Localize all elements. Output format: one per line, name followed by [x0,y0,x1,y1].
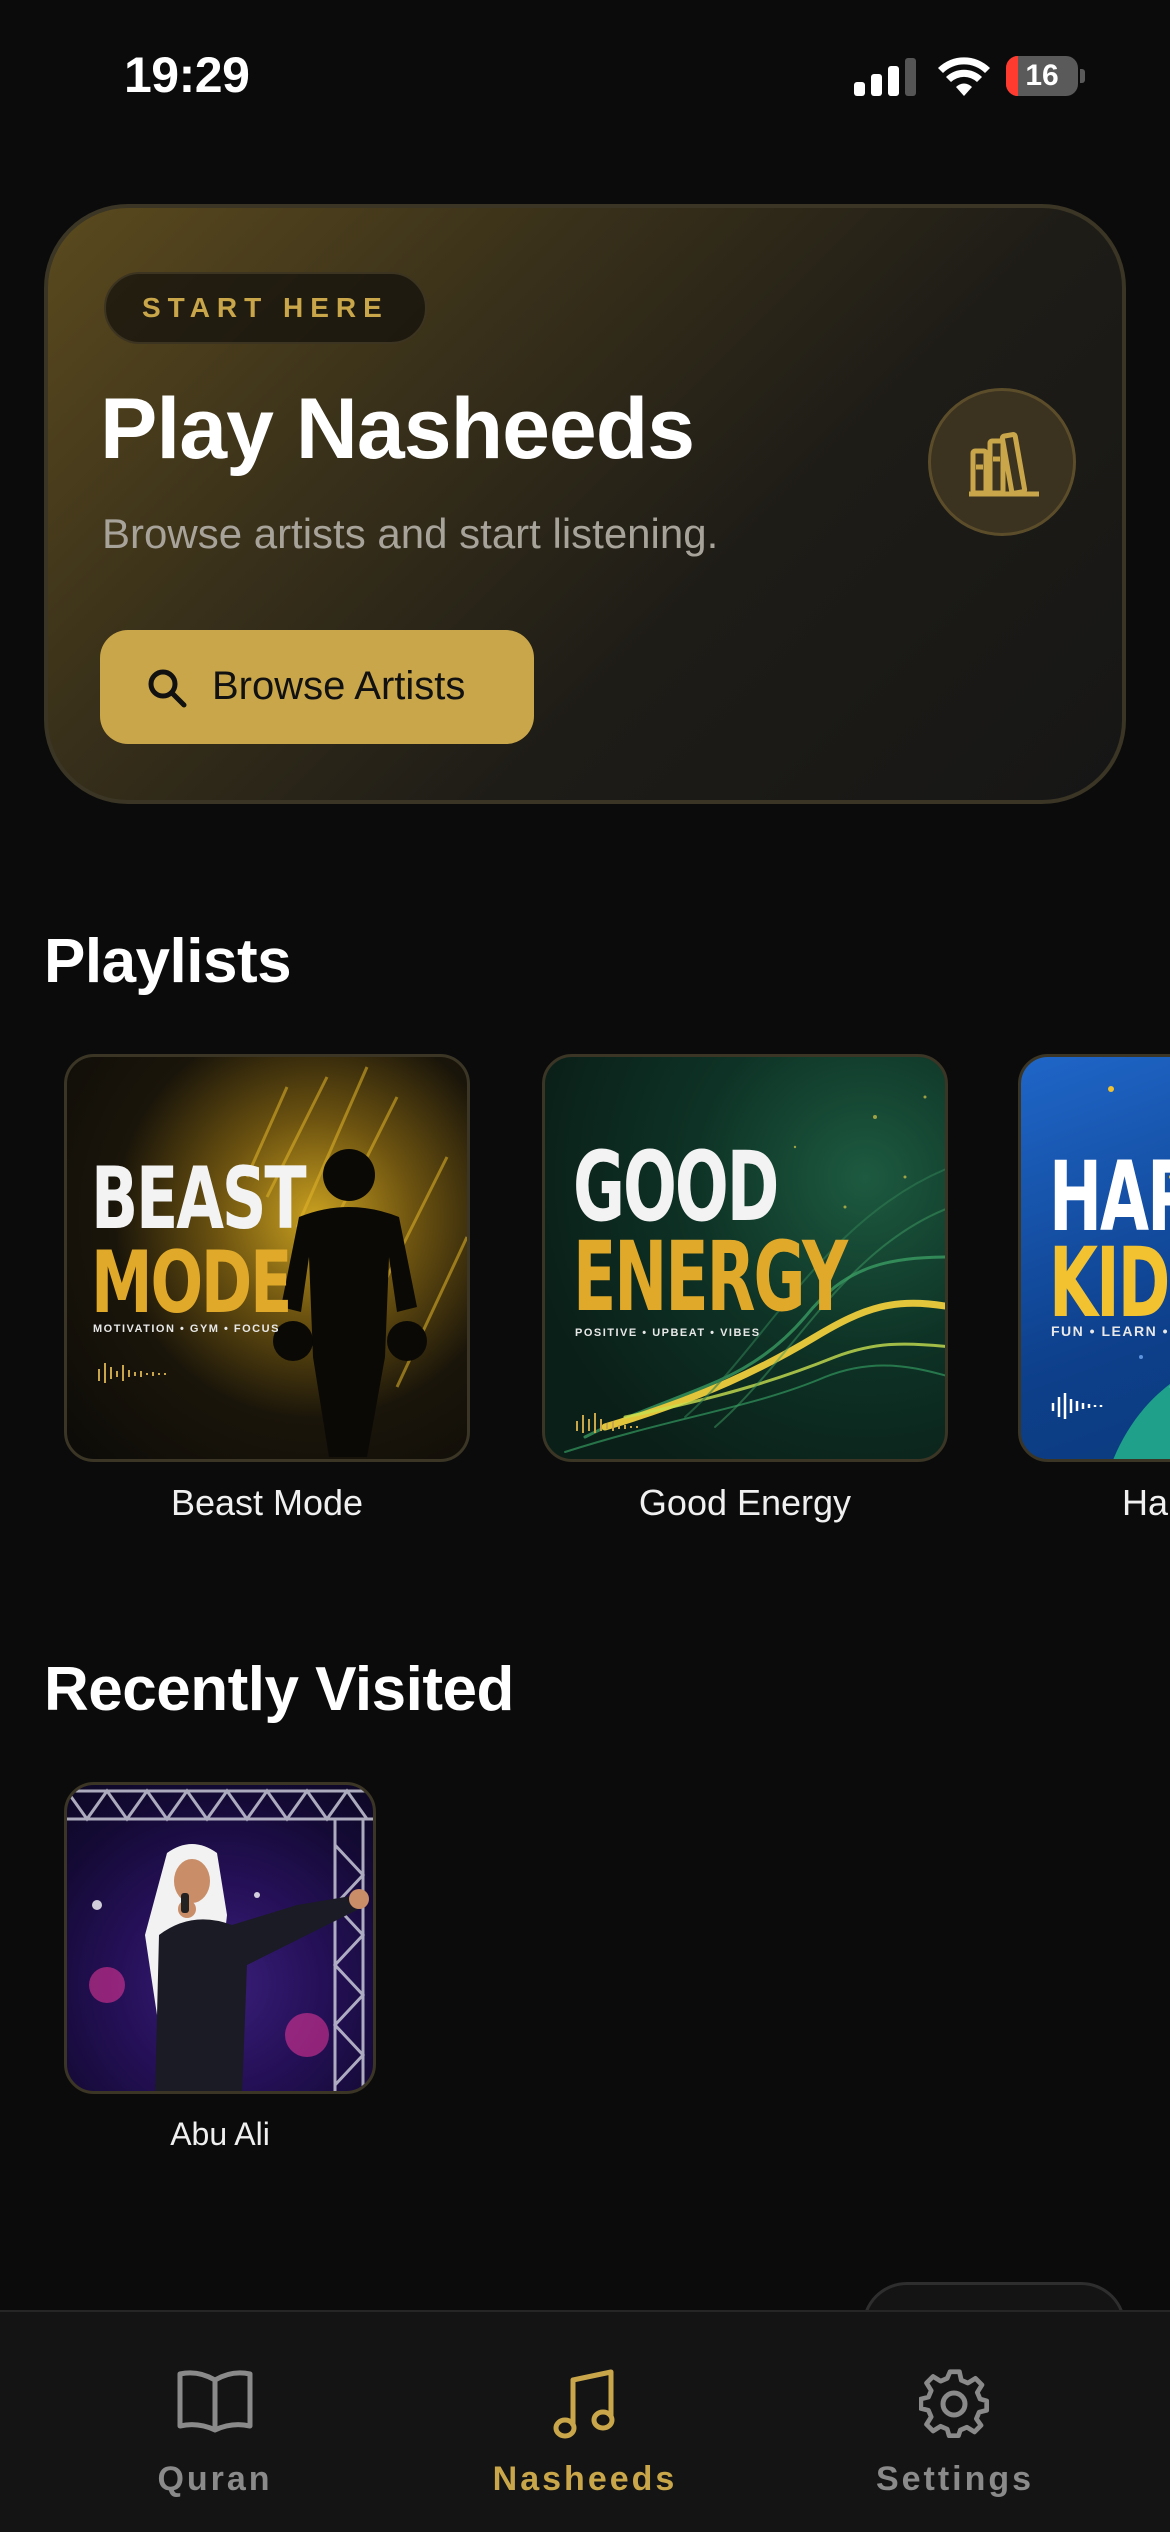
happy-kids-cover-tagline: FUN • LEARN • S [1051,1323,1170,1339]
search-icon [148,669,187,708]
waveform-icon [98,1363,166,1383]
playlist-tile-good-energy[interactable]: GOOD ENERGY POSITIVE • UPBEAT • VIBES [542,1054,948,1462]
recent-artist-label: Abu Ali [170,2116,270,2152]
beast-mode-cover-line2: MODE [91,1233,292,1333]
browse-artists-label: Browse Artists [212,664,466,708]
tab-quran-label: Quran [157,2460,273,2498]
status-time: 19:29 [124,47,250,103]
artist-photo [67,1788,373,2091]
start-here-card: START HERE Play Nasheeds Browse artists … [44,204,1126,804]
start-here-badge: START HERE [104,272,427,344]
hero-subtitle: Browse artists and start listening. [102,510,719,557]
gear-icon [919,2369,990,2439]
waveform-icon [576,1413,638,1433]
tab-quran[interactable]: Quran [20,2312,410,2532]
playlist-label-good-energy: Good Energy [638,1482,852,1523]
playlist-label-beast-mode: Beast Mode [170,1482,364,1523]
library-badge [928,388,1076,536]
music-note-icon [553,2369,615,2439]
recent-artist-tile[interactable] [64,1782,376,2094]
recently-visited-heading: Recently Visited [44,1655,514,1724]
playlist-tile-happy-kids[interactable]: HAP KIDS FUN • LEARN • S [1018,1054,1170,1462]
hero-title: Play Nasheeds [100,381,695,477]
playlist-tile-beast-mode[interactable]: BEAST MODE MOTIVATION • GYM • FOCUS [64,1054,470,1462]
tab-settings-label: Settings [875,2460,1035,2498]
book-icon [177,2370,253,2433]
browse-artists-button[interactable]: Browse Artists [100,630,534,744]
playlists-heading: Playlists [44,927,292,996]
battery-level: 16 [1025,59,1059,92]
good-energy-cover-line2: ENERGY [573,1221,848,1333]
books-icon [969,432,1039,497]
beast-mode-cover-tagline: MOTIVATION • GYM • FOCUS [93,1323,280,1335]
bottom-tab-bar: Quran Nasheeds Settings [0,2310,1170,2532]
tab-nasheeds[interactable]: Nasheeds [390,2312,780,2532]
nasheeds-screen: 19:29 16 START HERE Play Nasheeds Browse… [0,0,1170,2532]
playlist-label-happy-kids: Ha [1122,1482,1169,1523]
waveform-icon [1051,1393,1103,1419]
wifi-icon [938,57,990,96]
battery-icon: 16 [1006,56,1085,96]
tab-nasheeds-label: Nasheeds [492,2460,678,2498]
good-energy-cover-tagline: POSITIVE • UPBEAT • VIBES [575,1327,761,1339]
tab-settings[interactable]: Settings [760,2312,1150,2532]
status-bar: 19:29 16 [0,0,1170,150]
cellular-signal-icon [854,58,916,96]
